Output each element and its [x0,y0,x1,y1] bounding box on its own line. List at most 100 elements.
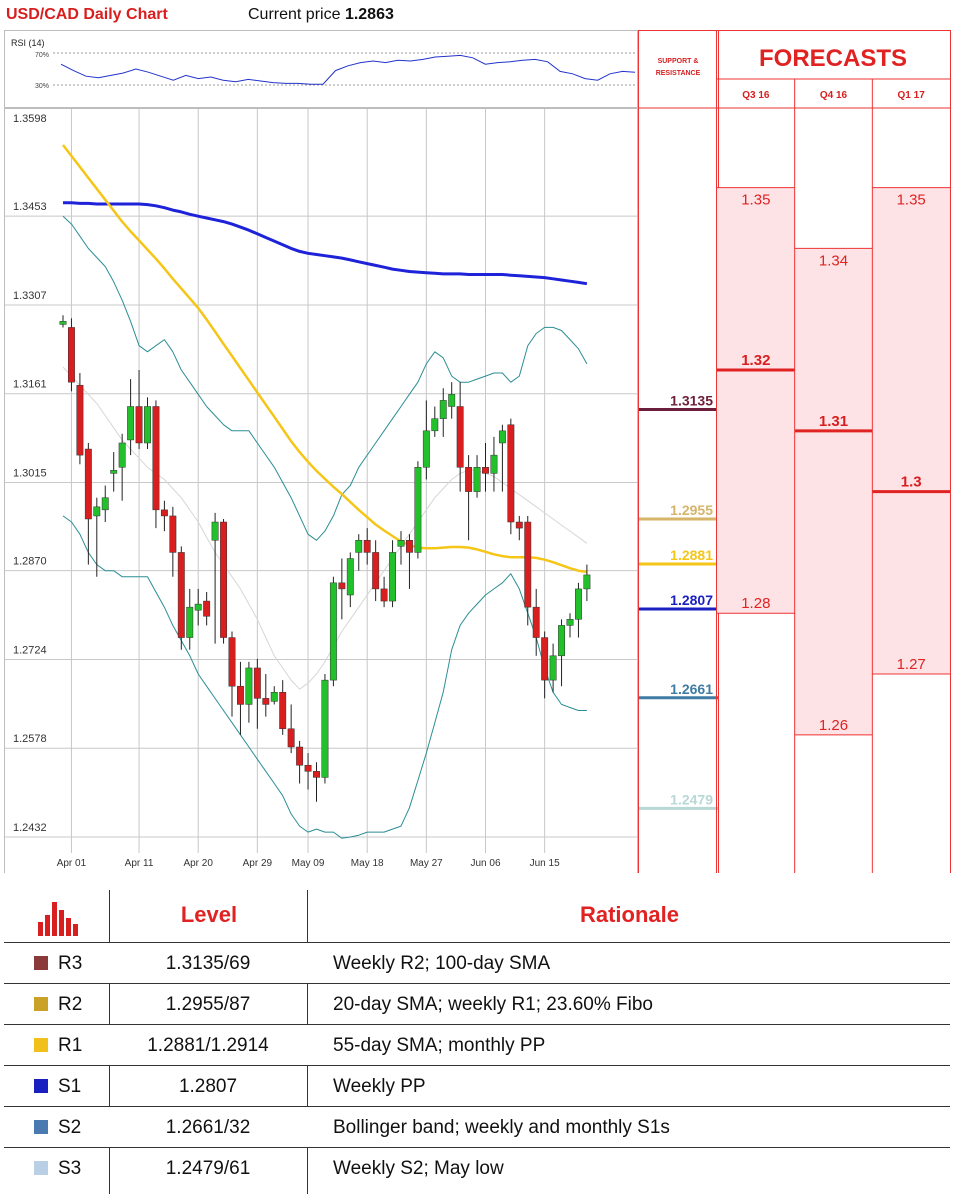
candle-body [76,384,84,456]
candle-body [397,540,405,547]
candle-body [414,467,422,553]
candle [127,379,135,456]
support-resistance-panel: SUPPORT & RESISTANCE 1.3135 1.2955 1.2881 1… [638,30,719,873]
level-color-swatch [34,956,48,970]
level-column-header: Level [180,902,238,927]
candle [389,540,397,608]
candle-body [482,467,489,474]
candle [473,455,481,498]
candle [203,591,211,626]
candle [160,500,168,532]
level-color-swatch [34,1161,48,1175]
forecast-mid-label: 1.3 [901,474,922,491]
candle-body [583,574,591,590]
candle [59,315,67,328]
candle-body [152,406,160,511]
level-rationale: 55-day SMA; monthly PP [333,1035,546,1056]
candle [465,455,473,541]
x-axis-ticks: Apr 01 Apr 11 Apr 20 Apr 29 May 09 May 18 May … [57,858,560,869]
candle-body [169,515,177,553]
candle-body [144,406,151,444]
candle [431,406,439,437]
candle [270,686,278,705]
candle [338,558,346,620]
candle-body [507,424,515,523]
rsi-line [60,54,636,85]
y-tick-label: 1.3307 [13,290,47,302]
table-row: S2 1.2661/32 Bollinger band; weekly and mo… [4,1106,950,1148]
level-value: 1.2807 [178,1076,238,1097]
candle [406,534,413,589]
sr-header-line2: RESISTANCE [656,70,701,77]
forecast-low-label: 1.27 [897,656,926,673]
candle [558,619,565,687]
y-axis-ticks: 1.3598 1.3453 1.3307 1.3161 1.3015 1.2870 1.27… [13,113,47,834]
candle [220,518,228,644]
candle-body [287,728,295,748]
candle-body [93,506,101,517]
candle [355,534,363,571]
candle-body [313,771,320,778]
forecast-columns: Q3 16 1.35 1.32 1.28 Q4 16 1.34 1.31 1.26 Q1 17 1… [717,79,950,873]
candle [566,613,574,638]
rsi-guides [53,52,637,86]
level-rationale: 20-day SMA; weekly R1; 23.60% Fibo [333,994,653,1015]
candle-body [524,521,532,608]
candle-body [127,406,135,441]
level-name: R1 [58,1035,83,1056]
candle-body [296,746,304,766]
candle-body [194,603,202,611]
level-value: 1.2479/61 [165,1158,251,1179]
forecast-low-label: 1.26 [819,717,848,734]
candle [194,588,202,626]
candle [422,400,430,480]
forecast-low-label: 1.28 [741,595,770,612]
forecast-range [717,187,795,614]
rsi-lower-label: 30% [35,83,49,90]
candle [380,576,388,608]
candle-body [422,430,430,468]
candle-body [465,467,473,492]
candle [84,442,92,565]
candle [313,762,320,802]
forecast-range [794,248,873,735]
candle-body [279,692,287,730]
candle [169,506,177,577]
candle [68,318,75,392]
candle-body [363,540,371,553]
table-row: S1 1.2807 Weekly PP [4,1065,950,1107]
candle [515,515,523,541]
candle [363,528,371,565]
y-tick-label: 1.3161 [13,379,47,391]
candle-body [262,698,270,705]
sr-levels: 1.3135 1.2955 1.2881 1.2807 1.2661 1.2479 [639,393,718,810]
table-row: R3 1.3135/69 Weekly R2; 100-day SMA [4,942,950,984]
candle-body [237,685,244,705]
candle-body [498,430,506,444]
level-name: R2 [58,994,83,1015]
candle-body [186,606,194,638]
current-price: Current price 1.2863 [248,6,394,24]
x-tick-label: Jun 15 [530,858,560,869]
rsi-chart: RSI (14) 70% 30% [11,38,637,90]
candle [237,661,244,735]
x-tick-label: Apr 11 [125,858,154,869]
candle-body [321,679,329,778]
candle [498,424,506,492]
level-name: S3 [58,1158,82,1179]
candle-body [355,540,363,553]
candle-body [549,655,557,681]
level-color-swatch [34,1079,48,1093]
candle [583,564,591,602]
level-name: S2 [58,1117,82,1138]
table-row: S3 1.2479/61 Weekly S2; May low [4,1147,950,1189]
candle [304,753,312,790]
level-name: S1 [58,1076,82,1097]
candle [279,680,287,735]
candle [76,373,84,465]
candle [541,631,549,699]
level-value: 1.2661/32 [165,1117,251,1138]
candle [118,433,126,501]
forecast-high-label: 1.35 [741,192,770,209]
level-rationale: Weekly PP [333,1076,426,1097]
